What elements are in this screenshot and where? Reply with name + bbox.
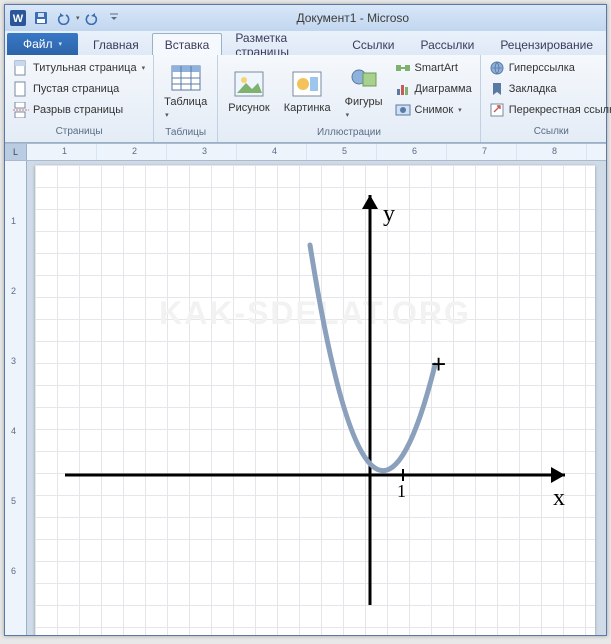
horizontal-ruler[interactable]: L 1 2 3 4 5 6 7 8 <box>5 143 606 161</box>
smartart-icon <box>395 60 411 76</box>
chart-icon <box>395 81 411 97</box>
page-break-icon <box>13 102 29 118</box>
bookmark-button[interactable]: Закладка <box>486 79 611 99</box>
svg-text:W: W <box>13 13 24 25</box>
crossref-button[interactable]: Перекрестная ссылк <box>486 100 611 120</box>
vertical-ruler[interactable]: 1 2 3 4 5 6 <box>5 161 27 635</box>
chart-drawing[interactable] <box>35 165 595 635</box>
file-dropdown-icon: ▾ <box>59 40 63 48</box>
tab-file[interactable]: Файл ▾ <box>7 33 78 55</box>
page-break-button[interactable]: Разрыв страницы <box>10 100 148 120</box>
ruler-corner[interactable]: L <box>5 144 27 160</box>
document-area: 1 2 3 4 5 6 KAK-SDELAT.ORG <box>5 161 606 635</box>
crossref-icon <box>489 102 505 118</box>
smartart-button[interactable]: SmartArt <box>392 58 475 78</box>
group-links-label: Ссылки <box>481 126 611 142</box>
title-bar: W ▾ Документ1 - Microso <box>5 5 606 31</box>
group-pages-label: Страницы <box>5 126 153 142</box>
ribbon: Титульная страница▾ Пустая страница Разр… <box>5 55 606 143</box>
group-pages: Титульная страница▾ Пустая страница Разр… <box>5 55 154 142</box>
blank-page-button[interactable]: Пустая страница <box>10 79 148 99</box>
tab-review[interactable]: Рецензирование <box>487 33 606 55</box>
hyperlink-button[interactable]: Гиперссылка <box>486 58 611 78</box>
save-button[interactable] <box>31 8 51 28</box>
tab-references[interactable]: Ссылки <box>339 33 407 55</box>
picture-button[interactable]: Рисунок <box>223 58 275 124</box>
clipart-icon <box>291 68 323 100</box>
quick-access-toolbar: ▾ <box>31 8 124 28</box>
tab-insert[interactable]: Вставка <box>152 33 223 55</box>
h-ruler-scale[interactable]: 1 2 3 4 5 6 7 8 <box>27 144 606 160</box>
group-illustrations-label: Иллюстрации <box>218 127 479 142</box>
y-axis-label: y <box>383 201 395 228</box>
group-tables: Таблица▾ Таблицы <box>154 55 218 142</box>
x-axis-label: x <box>553 485 565 512</box>
undo-dropdown-icon[interactable]: ▾ <box>76 14 80 22</box>
blank-page-icon <box>13 81 29 97</box>
tab-file-label: Файл <box>23 37 53 51</box>
table-button[interactable]: Таблица▾ <box>159 58 212 124</box>
picture-icon <box>233 68 265 100</box>
document-page[interactable]: KAK-SDELAT.ORG y x 1 + <box>35 165 595 635</box>
dropdown-icon: ▾ <box>165 112 169 119</box>
tick-1-label: 1 <box>397 481 406 502</box>
tab-page-layout[interactable]: Разметка страницы <box>222 33 339 55</box>
screenshot-icon <box>395 102 411 118</box>
dropdown-icon: ▾ <box>458 106 462 114</box>
tab-home[interactable]: Главная <box>80 33 152 55</box>
redo-button[interactable] <box>82 8 102 28</box>
hyperlink-icon <box>489 60 505 76</box>
window-title: Документ1 - Microso <box>296 11 409 25</box>
bookmark-icon <box>489 81 505 97</box>
clipart-button[interactable]: Картинка <box>279 58 336 124</box>
dropdown-icon: ▾ <box>142 64 146 72</box>
cover-page-button[interactable]: Титульная страница▾ <box>10 58 148 78</box>
table-icon <box>170 62 202 94</box>
ribbon-tabs: Файл ▾ Главная Вставка Разметка страницы… <box>5 31 606 55</box>
group-illustrations: Рисунок Картинка Фигуры▾ SmartArt <box>218 55 480 142</box>
page-viewport[interactable]: KAK-SDELAT.ORG y x 1 + <box>27 161 606 635</box>
shapes-icon <box>348 62 380 94</box>
tab-mailings[interactable]: Рассылки <box>407 33 487 55</box>
undo-button[interactable] <box>53 8 73 28</box>
dropdown-icon: ▾ <box>346 112 350 119</box>
group-links: Гиперссылка Закладка Перекрестная ссылк … <box>481 55 611 142</box>
screenshot-button[interactable]: Снимок▾ <box>392 100 475 120</box>
word-app-icon: W <box>9 9 27 27</box>
qat-customize-button[interactable] <box>104 8 124 28</box>
shapes-button[interactable]: Фигуры▾ <box>340 58 388 124</box>
chart-button[interactable]: Диаграмма <box>392 79 475 99</box>
cover-page-icon <box>13 60 29 76</box>
insert-cursor-icon: + <box>431 349 446 380</box>
group-tables-label: Таблицы <box>154 127 217 142</box>
